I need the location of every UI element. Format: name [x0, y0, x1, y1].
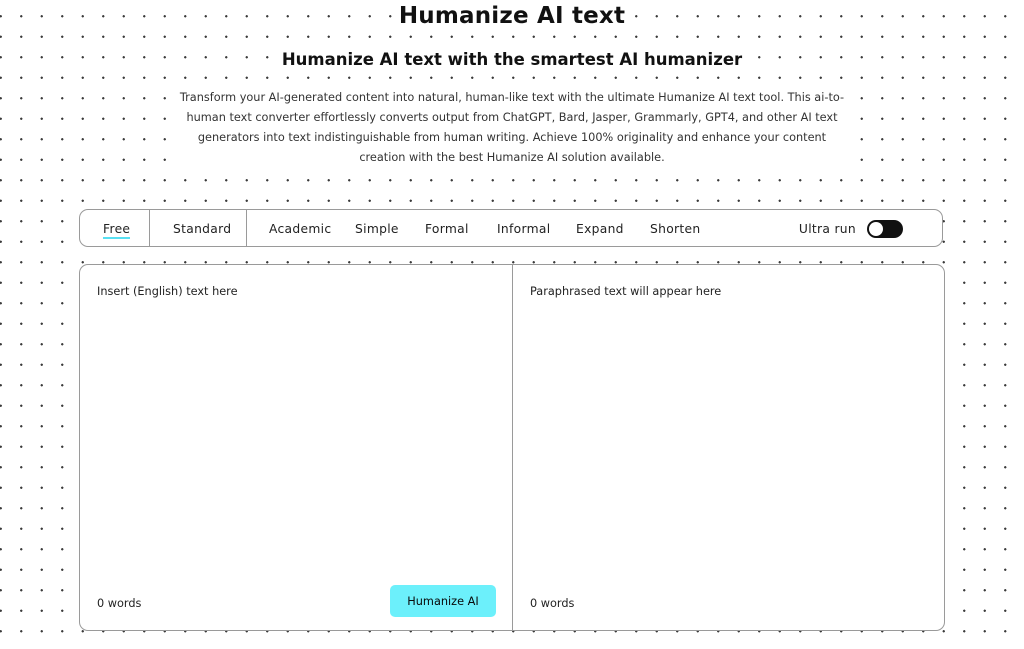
- tab-shorten-label: Shorten: [650, 222, 701, 236]
- page-title: Humanize AI text: [398, 3, 626, 29]
- tab-shorten[interactable]: Shorten: [650, 210, 700, 248]
- tab-academic-label: Academic: [269, 222, 332, 236]
- tab-free-label: Free: [103, 222, 131, 239]
- input-word-count: 0 words: [97, 597, 142, 610]
- humanize-page: { "header": { "title": "Humanize AI text…: [0, 0, 1024, 649]
- output-word-count: 0 words: [530, 597, 575, 610]
- tab-expand-label: Expand: [576, 222, 624, 236]
- output-text-area: Paraphrased text will appear here: [530, 285, 722, 298]
- editor-panel: 0 words Humanize AI Paraphrased text wil…: [79, 264, 945, 631]
- tab-informal-label: Informal: [497, 222, 551, 236]
- ultra-run-label: Ultra run: [798, 222, 856, 236]
- tab-academic[interactable]: Academic: [269, 210, 331, 248]
- editor-divider: [512, 265, 513, 630]
- tab-simple[interactable]: Simple: [355, 210, 399, 248]
- tab-formal-label: Formal: [425, 222, 469, 236]
- tab-standard-label: Standard: [173, 222, 232, 236]
- tab-expand[interactable]: Expand: [576, 210, 624, 248]
- humanize-button[interactable]: Humanize AI: [390, 585, 496, 617]
- page-subtitle: Humanize AI text with the smartest AI hu…: [281, 50, 743, 69]
- page-description: Transform your AI-generated content into…: [179, 91, 845, 164]
- input-text-area[interactable]: [97, 285, 492, 575]
- tab-standard[interactable]: Standard: [173, 210, 231, 248]
- mode-selector-bar: Free Standard Academic Simple Formal Inf…: [79, 209, 943, 247]
- tab-informal[interactable]: Informal: [497, 210, 550, 248]
- tab-divider: [149, 210, 150, 247]
- tab-divider: [246, 210, 247, 247]
- tab-free[interactable]: Free: [103, 210, 131, 248]
- tab-simple-label: Simple: [355, 222, 399, 236]
- toggle-knob: [869, 222, 883, 236]
- ultra-run-toggle[interactable]: [867, 220, 903, 238]
- tab-formal[interactable]: Formal: [425, 210, 469, 248]
